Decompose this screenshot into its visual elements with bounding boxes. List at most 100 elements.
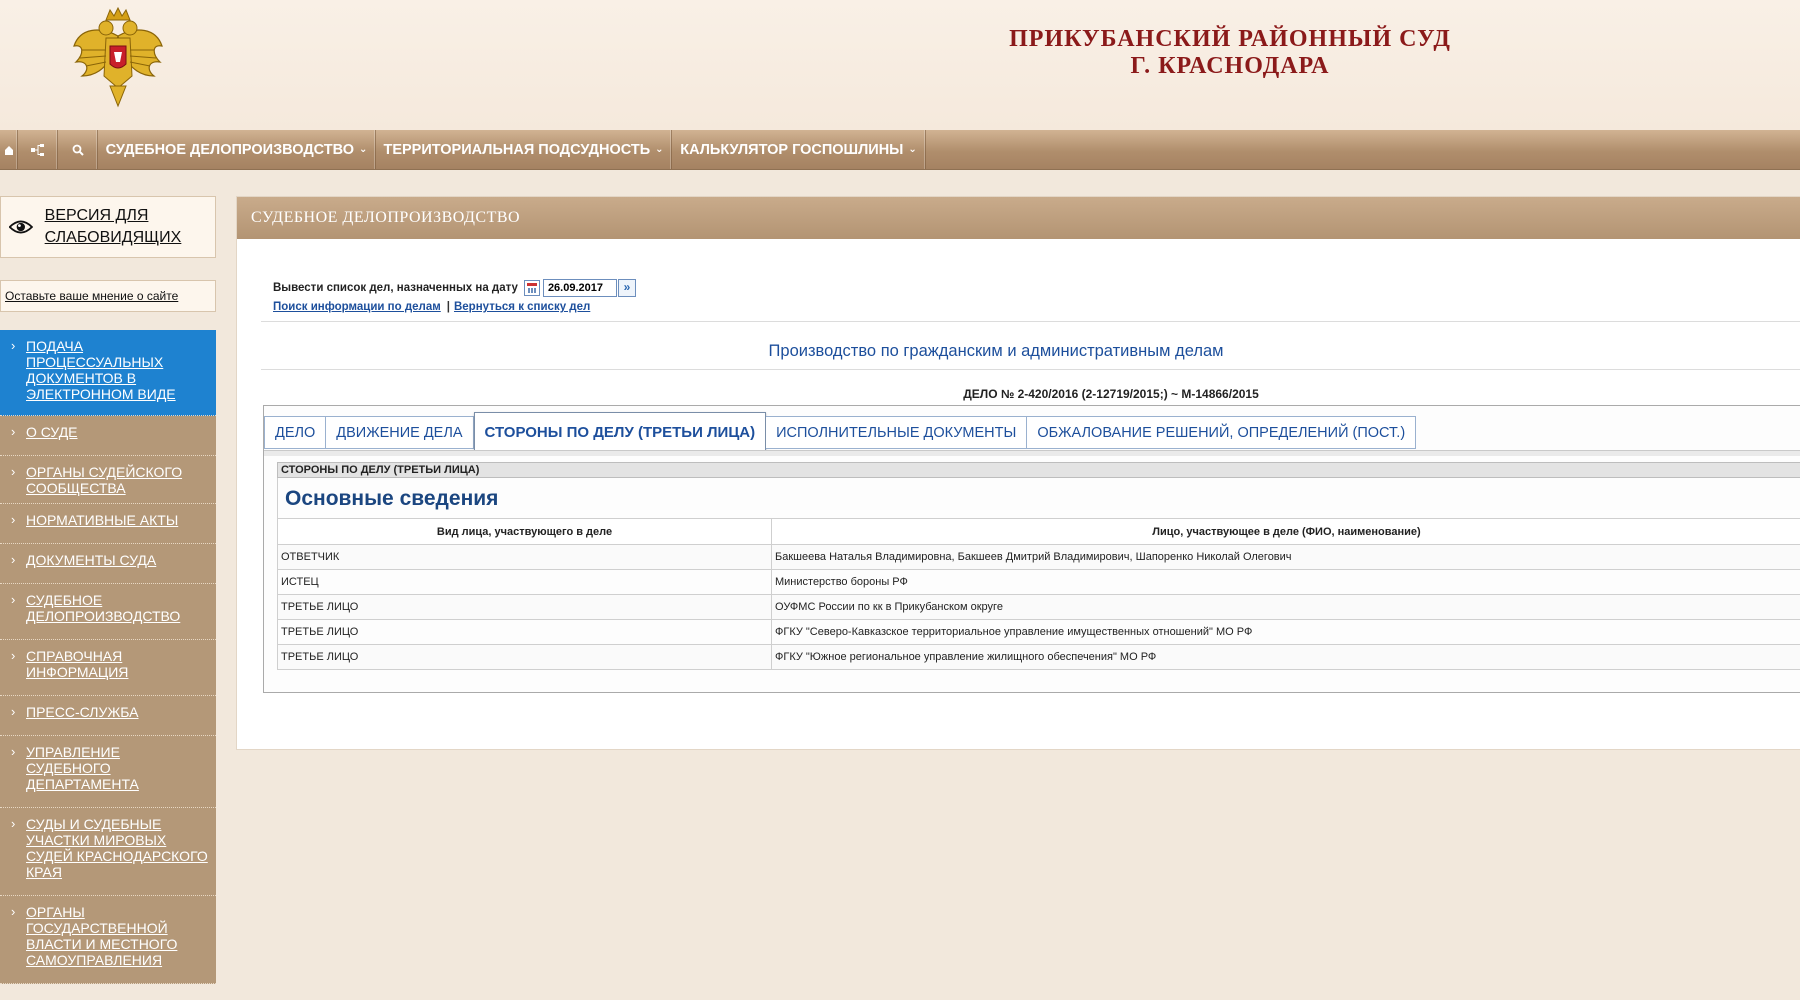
sidebar-item-court-proceedings[interactable]: › СУДЕБНОЕ ДЕЛОПРОИЗВОДСТВО [0, 584, 216, 640]
content-heading: СУДЕБНОЕ ДЕЛОПРОИЗВОДСТВО [237, 197, 1800, 239]
home-icon[interactable] [0, 130, 18, 169]
coat-of-arms-logo[interactable] [70, 6, 166, 110]
party-type-cell: ТРЕТЬЕ ЛИЦО [277, 619, 772, 645]
feedback-link[interactable]: Оставьте ваше мнение о сайте [0, 280, 216, 312]
main-nav: СУДЕБНОЕ ДЕЛОПРОИЗВОДСТВО ⌄ ТЕРРИТОРИАЛЬН… [0, 130, 1800, 170]
sidebar-item-label: ОРГАНЫ ГОСУДАРСТВЕННОЙ ВЛАСТИ И МЕСТНОГО… [26, 904, 178, 968]
nav-label: ТЕРРИТОРИАЛЬНАЯ ПОДСУДНОСТЬ [383, 141, 651, 158]
sidebar-item-label: НОРМАТИВНЫЕ АКТЫ [26, 512, 179, 528]
party-name-cell: ОУФМС России по кк в Прикубанском округе [771, 594, 1800, 620]
chevron-right-icon: › [11, 424, 16, 439]
nav-court-proceedings[interactable]: СУДЕБНОЕ ДЕЛОПРОИЗВОДСТВО ⌄ [98, 130, 376, 169]
tab-enforcement-documents[interactable]: ИСПОЛНИТЕЛЬНЫЕ ДОКУМЕНТЫ [766, 416, 1028, 449]
nav-territorial-jurisdiction[interactable]: ТЕРРИТОРИАЛЬНАЯ ПОДСУДНОСТЬ ⌄ [376, 130, 672, 169]
sidebar-item-label: СПРАВОЧНАЯ ИНФОРМАЦИЯ [26, 648, 129, 680]
chevron-right-icon: › [11, 648, 16, 663]
party-name-cell: Министерство бороны РФ [771, 569, 1800, 595]
sidebar-item-judicial-community[interactable]: › ОРГАНЫ СУДЕЙСКОГО СООБЩЕСТВА [0, 456, 216, 504]
tab-case-movement[interactable]: ДВИЖЕНИЕ ДЕЛА [326, 416, 474, 449]
column-header-party-name: Лицо, участвующее в деле (ФИО, наименова… [771, 518, 1800, 545]
chevron-right-icon: › [11, 704, 16, 719]
parties-table: Вид лица, участвующего в деле Лицо, учас… [277, 518, 1800, 670]
sidebar-item-label: СУДЫ И СУДЕБНЫЕ УЧАСТКИ МИРОВЫХ СУДЕЙ КР… [26, 816, 208, 880]
column-header-party-type: Вид лица, участвующего в деле [277, 518, 772, 545]
sidebar-item-court-documents[interactable]: › ДОКУМЕНТЫ СУДА [0, 544, 216, 584]
chevron-right-icon: › [11, 338, 16, 353]
chevron-right-icon: › [11, 816, 16, 831]
sidebar-item-government-bodies[interactable]: › ОРГАНЫ ГОСУДАРСТВЕННОЙ ВЛАСТИ И МЕСТНО… [0, 896, 216, 984]
party-name-cell: Бакшеева Наталья Владимировна, Бакшеев Д… [771, 544, 1800, 570]
tabs-underline [264, 450, 1800, 456]
party-name-cell: ФГКУ "Южное региональное управление жили… [771, 644, 1800, 670]
sidebar-item-reference-info[interactable]: › СПРАВОЧНАЯ ИНФОРМАЦИЯ [0, 640, 216, 696]
party-name-cell: ФГКУ "Северо-Кавказское территориальное … [771, 619, 1800, 645]
party-type-cell: ИСТЕЦ [277, 569, 772, 595]
table-row: ТРЕТЬЕ ЛИЦО ОУФМС России по кк в Прикуба… [277, 594, 1800, 620]
back-to-list-link[interactable]: Вернуться к списку дел [454, 301, 590, 313]
tab-parties[interactable]: СТОРОНЫ ПО ДЕЛУ (ТРЕТЬИ ЛИЦА) [473, 412, 767, 452]
table-row: ИСТЕЦ Министерство бороны РФ [277, 569, 1800, 595]
low-vision-label: ВЕРСИЯ ДЛЯ СЛАБОВИДЯЩИХ [44, 207, 182, 246]
show-cases-button[interactable]: » [617, 279, 636, 297]
case-tabs: ДЕЛО ДВИЖЕНИЕ ДЕЛА СТОРОНЫ ПО ДЕЛУ (ТРЕТ… [264, 412, 1417, 452]
tab-appeals[interactable]: ОБЖАЛОВАНИЕ РЕШЕНИЙ, ОПРЕДЕЛЕНИЙ (ПОСТ.) [1027, 416, 1417, 449]
case-number: ДЕЛО № 2-420/2016 (2-12719/2015;) ~ М-14… [963, 387, 1259, 401]
nav-fee-calculator[interactable]: КАЛЬКУЛЯТОР ГОСПОШЛИНЫ ⌄ [672, 130, 926, 169]
proceeding-title: Производство по гражданским и администра… [768, 342, 1224, 360]
table-row: ТРЕТЬЕ ЛИЦО ФГКУ "Северо-Кавказское терр… [277, 619, 1800, 645]
sidebar-item-label: ДОКУМЕНТЫ СУДА [26, 552, 157, 568]
chevron-right-icon: › [11, 512, 16, 527]
sidebar-item-about[interactable]: › О СУДЕ [0, 416, 216, 456]
nav-label: КАЛЬКУЛЯТОР ГОСПОШЛИНЫ [680, 141, 904, 158]
party-type-cell: ТРЕТЬЕ ЛИЦО [277, 644, 772, 670]
court-title-line1: ПРИКУБАНСКИЙ РАЙОННЫЙ СУД [1009, 26, 1451, 52]
eye-icon [9, 220, 33, 234]
table-row: ТРЕТЬЕ ЛИЦО ФГКУ "Южное региональное упр… [277, 644, 1800, 670]
sidebar-item-label: ПОДАЧА ПРОЦЕССУАЛЬНЫХ ДОКУМЕНТОВ В ЭЛЕКТ… [26, 338, 176, 402]
sidebar-item-label: О СУДЕ [26, 424, 78, 440]
case-details: ДЕЛО ДВИЖЕНИЕ ДЕЛА СТОРОНЫ ПО ДЕЛУ (ТРЕТ… [263, 405, 1800, 693]
low-vision-button[interactable]: ВЕРСИЯ ДЛЯ СЛАБОВИДЯЩИХ [0, 196, 216, 258]
search-icon[interactable] [58, 130, 98, 169]
sidebar-item-magistrate-courts[interactable]: › СУДЫ И СУДЕБНЫЕ УЧАСТКИ МИРОВЫХ СУДЕЙ … [0, 808, 216, 896]
sidebar: ВЕРСИЯ ДЛЯ СЛАБОВИДЯЩИХ Оставьте ваше мн… [0, 170, 216, 1000]
main-info-title: Основные сведения [277, 478, 1800, 518]
tab-case[interactable]: ДЕЛО [264, 416, 327, 449]
date-filter-row: Вывести список дел, назначенных на дату … [273, 279, 636, 297]
sidebar-item-label: УПРАВЛЕНИЕ СУДЕБНОГО ДЕПАРТАМЕНТА [26, 744, 139, 792]
court-title: ПРИКУБАНСКИЙ РАЙОННЫЙ СУД Г. КРАСНОДАРА [930, 26, 1530, 80]
chevron-right-icon: › [11, 744, 16, 759]
date-filter-label: Вывести список дел, назначенных на дату [273, 282, 518, 294]
chevron-down-icon: ⌄ [359, 144, 368, 155]
sidebar-item-press-service[interactable]: › ПРЕСС-СЛУЖБА [0, 696, 216, 736]
party-type-cell: ОТВЕТЧИК [277, 544, 772, 570]
chevron-down-icon: ⌄ [655, 144, 664, 155]
section-header: СТОРОНЫ ПО ДЕЛУ (ТРЕТЬИ ЛИЦА) [277, 462, 1800, 478]
sitemap-icon[interactable] [18, 130, 58, 169]
sidebar-item-label: ОРГАНЫ СУДЕЙСКОГО СООБЩЕСТВА [26, 464, 183, 496]
table-header-row: Вид лица, участвующего в деле Лицо, учас… [277, 518, 1800, 545]
divider [261, 321, 1800, 322]
chevron-right-icon: › [11, 552, 16, 567]
chevron-right-icon: › [11, 464, 16, 479]
party-type-cell: ТРЕТЬЕ ЛИЦО [277, 594, 772, 620]
divider [261, 369, 1800, 370]
sidebar-item-electronic-filing[interactable]: › ПОДАЧА ПРОЦЕССУАЛЬНЫХ ДОКУМЕНТОВ В ЭЛЕ… [0, 330, 216, 416]
sidebar-item-label: ПРЕСС-СЛУЖБА [26, 704, 139, 720]
sidebar-menu: › ПОДАЧА ПРОЦЕССУАЛЬНЫХ ДОКУМЕНТОВ В ЭЛЕ… [0, 330, 216, 984]
date-input[interactable] [542, 279, 617, 297]
calendar-icon[interactable] [523, 280, 540, 296]
chevron-down-icon: ⌄ [908, 144, 917, 155]
site-header: ПРИКУБАНСКИЙ РАЙОННЫЙ СУД Г. КРАСНОДАРА [0, 0, 1800, 130]
sidebar-item-judicial-department[interactable]: › УПРАВЛЕНИЕ СУДЕБНОГО ДЕПАРТАМЕНТА [0, 736, 216, 808]
link-separator: | [446, 301, 450, 313]
chevron-right-icon: › [11, 592, 16, 607]
chevron-right-icon: › [11, 904, 16, 919]
case-search-link[interactable]: Поиск информации по делам [273, 301, 441, 313]
sidebar-item-normative-acts[interactable]: › НОРМАТИВНЫЕ АКТЫ [0, 504, 216, 544]
sidebar-item-label: СУДЕБНОЕ ДЕЛОПРОИЗВОДСТВО [26, 592, 181, 624]
nav-label: СУДЕБНОЕ ДЕЛОПРОИЗВОДСТВО [105, 141, 355, 158]
main-content: СУДЕБНОЕ ДЕЛОПРОИЗВОДСТВО Вывести список… [236, 196, 1800, 750]
table-row: ОТВЕТЧИК Бакшеева Наталья Владимировна, … [277, 544, 1800, 570]
case-links: Поиск информации по делам | Вернуться к сп… [273, 301, 590, 313]
